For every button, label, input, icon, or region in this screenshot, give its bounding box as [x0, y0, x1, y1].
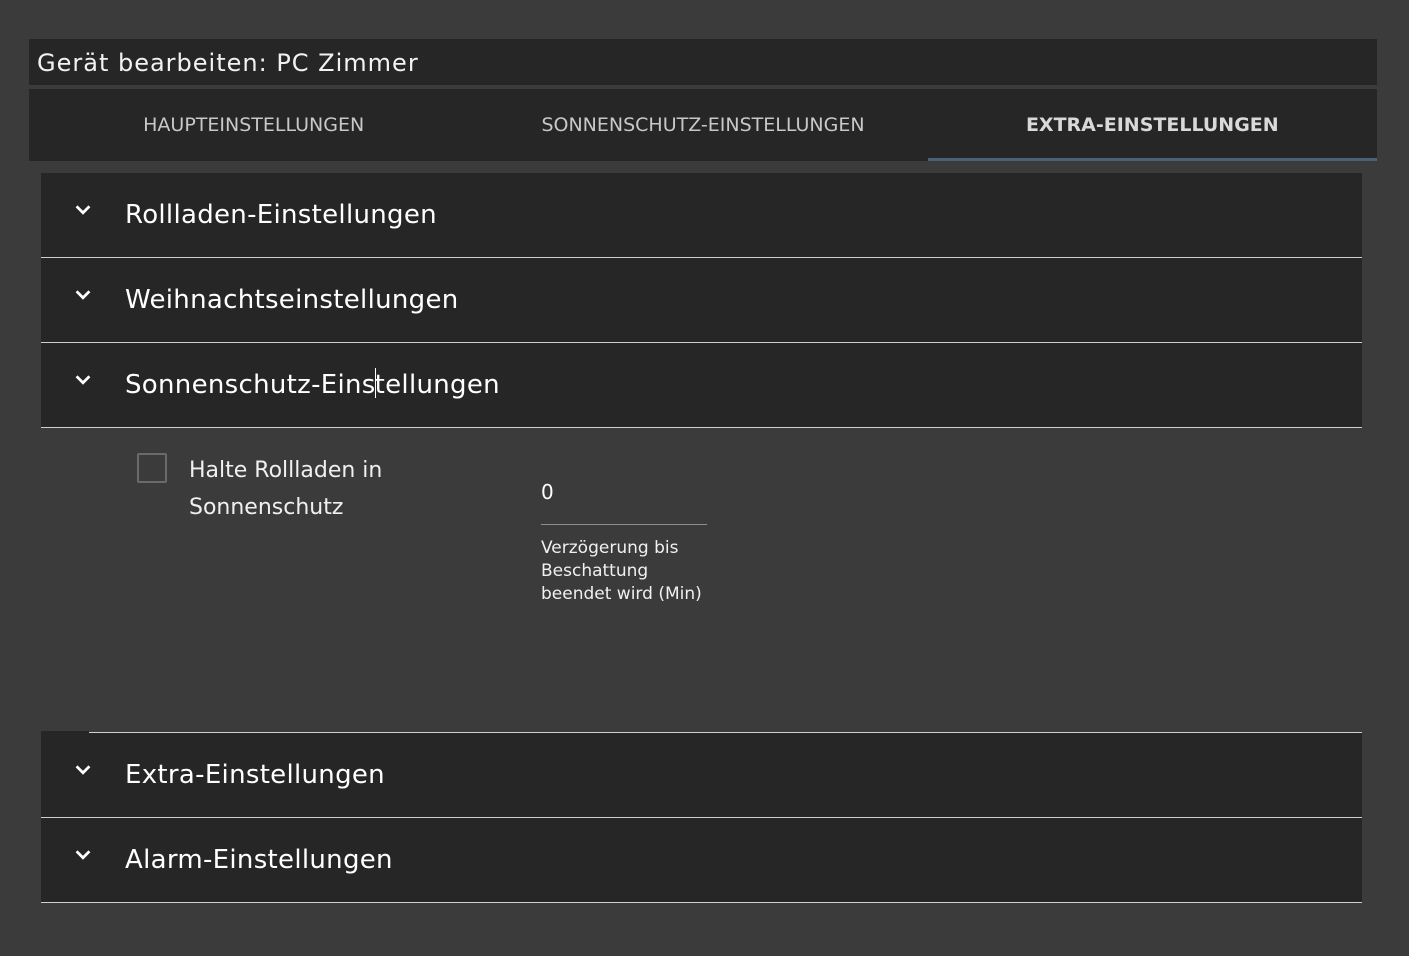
- delay-helper-text: Verzögerung bis Beschattung beendet wird…: [541, 538, 702, 604]
- tab-extra-einstellungen[interactable]: EXTRA-EINSTELLUNGEN: [927, 89, 1378, 161]
- divider-notch: [41, 731, 89, 733]
- dialog-title: Gerät bearbeiten: PC Zimmer: [29, 39, 1377, 85]
- halte-rollladen-label[interactable]: Halte Rollladen in Sonnenschutz: [189, 452, 449, 526]
- accordion-title-part: tellungen: [374, 369, 500, 400]
- accordion-title: Extra-Einstellungen: [125, 760, 385, 790]
- chevron-down-icon: [41, 375, 125, 391]
- tab-sonnenschutz-einstellungen[interactable]: SONNENSCHUTZ-EINSTELLUNGEN: [478, 89, 927, 161]
- tab-bar: HAUPTEINSTELLUNGEN SONNENSCHUTZ-EINSTELL…: [29, 89, 1378, 161]
- accordion-alarm-einstellungen[interactable]: Alarm-Einstellungen: [41, 818, 1362, 903]
- accordion-title: Rollladen-Einstellungen: [125, 200, 437, 230]
- chevron-down-icon: [41, 850, 125, 866]
- accordion-weihnachtseinstellungen[interactable]: Weihnachtseinstellungen: [41, 258, 1362, 343]
- accordion-panel: Rollladen-Einstellungen Weihnachtseinste…: [41, 173, 1362, 903]
- accordion-extra-einstellungen[interactable]: Extra-Einstellungen: [41, 733, 1362, 818]
- chevron-down-icon: [41, 205, 125, 221]
- accordion-title-part: Sonnenschutz-Eins: [125, 369, 376, 400]
- delay-field: Verzögerung bis Beschattung beendet wird…: [541, 473, 707, 606]
- text-cursor: [374, 368, 376, 399]
- accordion-body-sonnenschutz: Halte Rollladen in Sonnenschutz Verzöger…: [41, 428, 1362, 733]
- accordion-title: Alarm-Einstellungen: [125, 845, 393, 875]
- halte-rollladen-checkbox[interactable]: [137, 453, 167, 483]
- accordion-sonnenschutz-einstellungen[interactable]: Sonnenschutz-Einstellungen: [41, 343, 1362, 428]
- tab-haupteinstellungen[interactable]: HAUPTEINSTELLUNGEN: [29, 89, 478, 161]
- chevron-down-icon: [41, 765, 125, 781]
- accordion-title: Weihnachtseinstellungen: [125, 285, 459, 315]
- accordion-title: Sonnenschutz-Einstellungen: [125, 368, 500, 401]
- delay-input[interactable]: [541, 473, 707, 525]
- chevron-down-icon: [41, 290, 125, 306]
- accordion-rollladen-einstellungen[interactable]: Rollladen-Einstellungen: [41, 173, 1362, 258]
